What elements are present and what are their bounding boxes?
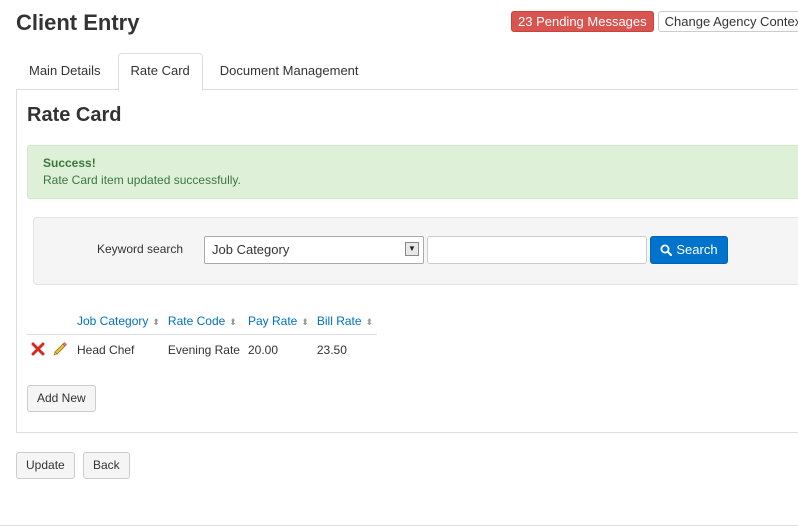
page-title: Client Entry: [16, 10, 140, 35]
keyword-search-input[interactable]: [427, 236, 647, 264]
top-actions: 23 Pending Messages Change Agency Contex…: [511, 11, 798, 32]
tab-main-details[interactable]: Main Details: [16, 53, 114, 90]
row-actions-cell: [27, 335, 73, 366]
search-field-select[interactable]: Job Category ▼: [204, 236, 424, 264]
pencil-icon[interactable]: [52, 341, 68, 360]
tab-rate-card[interactable]: Rate Card: [117, 53, 203, 91]
success-alert: Success! Rate Card item updated successf…: [27, 145, 798, 199]
tab-panel: Rate Card Success! Rate Card item update…: [16, 89, 798, 433]
column-header-job-category[interactable]: Job Category ⬍: [73, 308, 164, 335]
column-header-pay-rate[interactable]: Pay Rate ⬍: [243, 308, 313, 335]
section-title: Rate Card: [27, 104, 122, 126]
keyword-search-label: Keyword search: [97, 242, 184, 256]
search-panel: Keyword search Job Category ▼ Search: [33, 217, 798, 285]
tab-document-management[interactable]: Document Management: [207, 53, 372, 90]
caret-down-icon[interactable]: ▼: [405, 242, 419, 256]
delete-x-icon[interactable]: [31, 342, 45, 359]
add-new-button[interactable]: Add New: [27, 385, 96, 412]
sort-icon: ⬍: [229, 317, 237, 327]
alert-title: Success!: [43, 156, 96, 170]
sort-icon: ⬍: [301, 317, 309, 327]
alert-message: Rate Card item updated successfully.: [43, 173, 241, 187]
sort-icon: ⬍: [152, 317, 160, 327]
sort-icon: ⬍: [365, 317, 374, 327]
rate-card-table: Job Category ⬍ Rate Code ⬍ Pay Rate ⬍ Bill …: [27, 308, 378, 366]
change-agency-context-button[interactable]: Change Agency Context: [657, 11, 798, 32]
back-button[interactable]: Back: [83, 452, 130, 479]
cell-job-category: Head Chef: [77, 343, 135, 357]
update-button[interactable]: Update: [16, 452, 75, 479]
cell-bill-rate: 23.50: [316, 343, 347, 357]
search-field-selected-value: Job Category: [212, 242, 290, 257]
footer-divider: [0, 525, 798, 526]
pending-messages-button[interactable]: 23 Pending Messages: [511, 11, 654, 32]
search-button-label: Search: [676, 242, 718, 257]
magnifier-icon: [660, 244, 673, 256]
actions-column-header: [27, 308, 73, 335]
column-header-bill-rate[interactable]: Bill Rate ⬍: [312, 308, 378, 335]
table-header-row: Job Category ⬍ Rate Code ⬍ Pay Rate ⬍ Bill …: [27, 308, 378, 335]
table-row: Head Chef Evening Rate 20.00 23.50: [27, 335, 377, 366]
tab-bar: Main Details Rate Card Document Manageme…: [16, 53, 798, 91]
cell-pay-rate: 20.00: [247, 343, 278, 357]
column-header-rate-code[interactable]: Rate Code ⬍: [163, 308, 244, 335]
search-button[interactable]: Search: [650, 236, 728, 264]
cell-rate-code: Evening Rate: [167, 343, 240, 357]
